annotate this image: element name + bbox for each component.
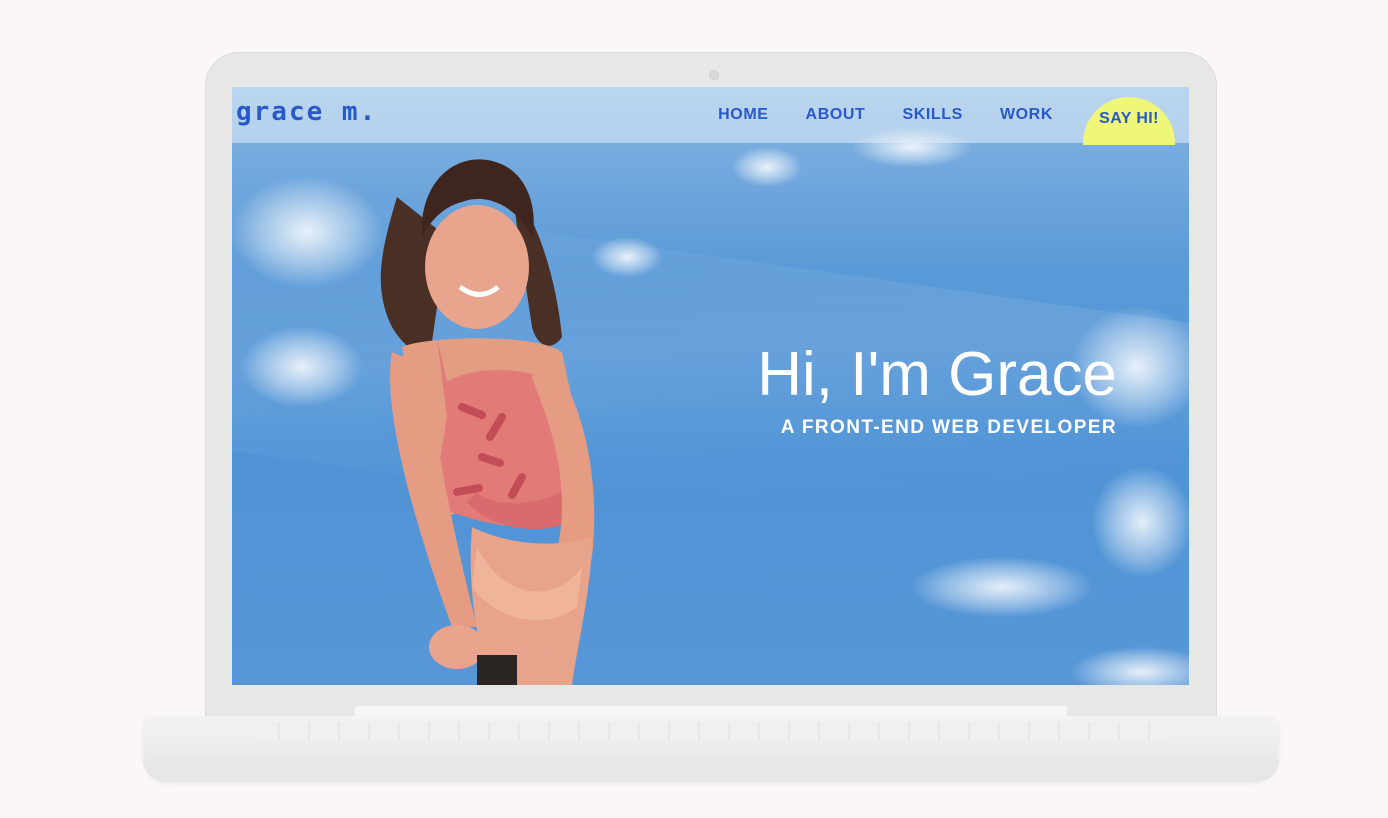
site-logo[interactable]: grace m.	[236, 97, 377, 127]
laptop-hinge	[355, 706, 1067, 718]
face	[425, 205, 529, 329]
nav-skills-link[interactable]: SKILLS	[902, 106, 963, 124]
hero-title: Hi, I'm Grace	[757, 340, 1117, 409]
nav-about-link[interactable]: ABOUT	[806, 106, 866, 124]
laptop-keyboard	[250, 722, 1170, 740]
laptop-screen: grace m. HOME ABOUT SKILLS WORK SAY HI! …	[232, 87, 1189, 685]
nav-work-link[interactable]: WORK	[1000, 106, 1053, 124]
laptop-base-lip	[143, 760, 1279, 782]
laptop-mockup: grace m. HOME ABOUT SKILLS WORK SAY HI! …	[0, 0, 1388, 818]
dark-object	[477, 655, 517, 685]
hero-subtitle: A FRONT-END WEB DEVELOPER	[780, 417, 1117, 438]
site-navbar: grace m. HOME ABOUT SKILLS WORK SAY HI!	[232, 87, 1189, 145]
nav-menu: HOME ABOUT SKILLS WORK SAY HI!	[681, 87, 1175, 145]
say-hi-button[interactable]: SAY HI!	[1083, 97, 1175, 145]
webcam-dot	[709, 70, 719, 80]
hand-left	[429, 625, 485, 669]
nav-home-link[interactable]: HOME	[718, 106, 768, 124]
